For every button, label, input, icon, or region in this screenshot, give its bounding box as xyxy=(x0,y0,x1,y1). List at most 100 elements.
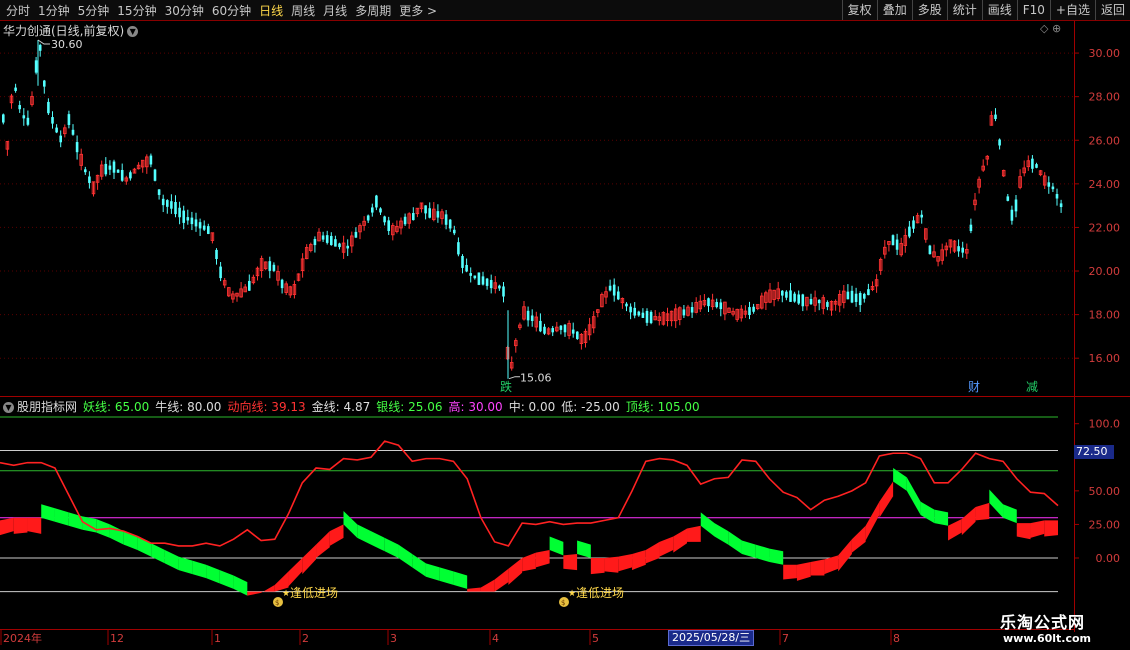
fill-segment xyxy=(865,501,880,541)
entry-signals: $★ 逢低进场$★ 逢低进场 xyxy=(273,586,624,607)
fill-segment xyxy=(893,468,907,491)
silver-line-fill xyxy=(0,468,1058,596)
date-label: 5 xyxy=(592,632,599,645)
candle-body xyxy=(75,142,79,153)
candle-body xyxy=(961,247,964,253)
candle-body xyxy=(26,117,30,125)
fill-segment xyxy=(109,524,124,545)
fill-segment xyxy=(398,544,413,568)
candle-body xyxy=(481,276,485,285)
fill-segment xyxy=(206,564,220,584)
candle-body xyxy=(18,105,21,110)
entry-signal-label: 逢低进场 xyxy=(290,586,338,600)
fill-segment xyxy=(1003,504,1017,524)
candle-body xyxy=(207,226,210,234)
candle-body xyxy=(645,310,649,323)
candle-body xyxy=(120,169,124,181)
date-label: 1 xyxy=(214,632,221,645)
candlesticks xyxy=(2,40,1063,379)
fill-segment xyxy=(233,575,248,596)
chart-svg: 30.0028.0026.0024.0022.0020.0018.0016.00… xyxy=(0,21,1130,645)
trend-line-path xyxy=(0,440,1059,547)
price-tick-label: 24.00 xyxy=(1089,178,1121,191)
candle-body xyxy=(785,291,788,298)
date-label: 7 xyxy=(782,632,789,645)
candle-body xyxy=(477,272,481,285)
candle-body xyxy=(715,302,718,308)
candle-body xyxy=(649,311,653,324)
event-marker-1[interactable]: 财 xyxy=(968,380,980,394)
fill-segment xyxy=(41,504,55,522)
indicator-legend: ▼ 股朋指标网 妖线: 65.00 牛线: 80.00 动向线: 39.13 金线: 4.… xyxy=(3,398,706,415)
candle-body xyxy=(752,306,755,312)
candle-body xyxy=(313,239,317,246)
indicator-tick-label: 50.00 xyxy=(1089,485,1121,498)
indicator-value-6: 中: 0.00 xyxy=(508,400,556,414)
candle-body xyxy=(280,279,284,289)
fill-segment xyxy=(796,562,811,581)
candle-body xyxy=(465,264,468,272)
fill-segment xyxy=(288,558,303,587)
fill-segment xyxy=(54,508,69,526)
candle-body xyxy=(47,101,50,114)
candle-body xyxy=(321,235,325,240)
date-axis: 2024年 12 1 2 3 4 5 7 8 xyxy=(0,630,900,645)
candle-body xyxy=(858,293,862,306)
fill-segment xyxy=(563,553,578,571)
candle-body xyxy=(1006,196,1010,201)
candle-body xyxy=(617,291,620,300)
fill-segment xyxy=(810,559,825,576)
money-bag-glyph: $ xyxy=(561,599,565,607)
watermark-url: www.60lt.com xyxy=(1003,632,1092,645)
candle-body xyxy=(854,293,858,302)
fill-segment xyxy=(329,524,344,546)
price-tick-label: 16.00 xyxy=(1089,352,1121,365)
fill-segment xyxy=(659,536,674,557)
candle-body xyxy=(104,163,108,175)
candle-body xyxy=(612,284,616,296)
candle-body xyxy=(641,312,645,318)
watermark-title: 乐淘公式网 xyxy=(1000,613,1086,632)
candle-body xyxy=(637,311,641,316)
candle-body xyxy=(789,290,792,302)
fill-segment xyxy=(851,525,866,553)
candle-body xyxy=(129,172,132,179)
fill-segment xyxy=(714,523,729,545)
candle-body xyxy=(153,169,157,181)
candle-body xyxy=(850,290,854,303)
fill-segment xyxy=(27,517,42,534)
fill-segment xyxy=(989,489,1004,518)
candle-body xyxy=(149,155,153,165)
candle-body xyxy=(182,210,185,223)
candle-body xyxy=(891,235,895,246)
candle-body xyxy=(178,207,181,218)
candle-body xyxy=(485,278,489,286)
fill-segment xyxy=(151,543,165,564)
candle-body xyxy=(748,307,751,316)
indicator-tick-label: 0.00 xyxy=(1096,552,1121,565)
date-label: 2024年 xyxy=(3,631,42,645)
fill-segment xyxy=(618,553,633,572)
candle-body xyxy=(571,329,575,334)
candle-body xyxy=(338,243,341,248)
candle-body xyxy=(112,161,116,173)
candle-body xyxy=(969,224,973,232)
candle-body xyxy=(912,220,915,229)
candle-body xyxy=(116,169,120,173)
candle-body xyxy=(793,293,796,302)
date-label: 8 xyxy=(893,632,900,645)
candle-body xyxy=(489,279,493,289)
fill-segment xyxy=(1016,523,1031,540)
candle-body xyxy=(629,306,632,313)
event-marker-2[interactable]: 减 xyxy=(1026,380,1038,394)
price-axis: 30.00 28.00 26.00 24.00 22.00 20.00 18.00 16.00 xyxy=(1074,47,1120,365)
candle-body xyxy=(817,299,821,304)
candle-body xyxy=(625,303,628,307)
fill-segment xyxy=(687,525,701,542)
fill-segment xyxy=(370,531,385,552)
indicator-menu-icon[interactable]: ▼ xyxy=(3,402,14,413)
indicator-value-7: 低: -25.00 xyxy=(561,400,620,414)
event-marker-0[interactable]: 跌 xyxy=(500,379,512,394)
fill-segment xyxy=(1030,520,1045,538)
date-label: 4 xyxy=(492,632,499,645)
